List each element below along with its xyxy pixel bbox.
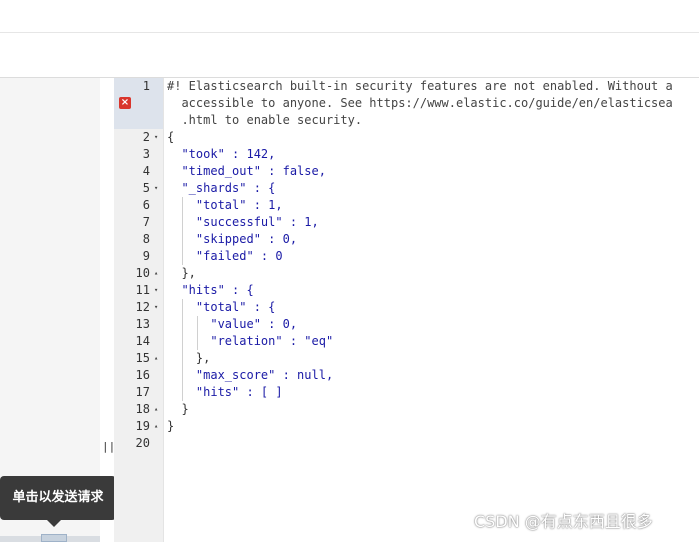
code-line: "hits" : { (167, 283, 254, 297)
fold-toggle[interactable]: ▴ (154, 265, 162, 282)
line-number: 4 (142, 164, 150, 178)
code-line: "_shards" : { (167, 181, 276, 195)
code-line: "max_score" : null, (167, 368, 334, 382)
code-line: "total" : 1, (167, 198, 283, 212)
line-number: 15 (135, 351, 150, 365)
line-number: 16 (135, 368, 150, 382)
code-line: } (167, 419, 175, 433)
watermark: CSDN @有点东西且很多 (474, 512, 653, 531)
line-number: 20 (135, 436, 150, 450)
code-line: "failed" : 0 (167, 249, 283, 263)
line-number: 8 (142, 232, 150, 246)
line-number: 12 (135, 300, 150, 314)
code-line: "total" : { (167, 300, 276, 314)
code-line: { (167, 130, 175, 144)
fold-toggle[interactable]: ▾ (154, 180, 162, 197)
code-line: "skipped" : 0, (167, 232, 298, 246)
pane-splitter[interactable] (100, 78, 114, 542)
request-editor-pane[interactable] (0, 78, 100, 542)
code-line: "relation" : "eq" (167, 334, 334, 348)
line-number: 19 (135, 419, 150, 433)
line-number: 9 (142, 249, 150, 263)
line-number: 10 (135, 266, 150, 280)
error-icon[interactable]: × (119, 97, 131, 109)
code-line: "timed_out" : false, (167, 164, 326, 178)
line-number: 17 (135, 385, 150, 399)
code-line: } (167, 402, 189, 416)
code-line: "took" : 142, (167, 147, 276, 161)
code-line: "hits" : [ ] (167, 385, 283, 399)
fold-toggle[interactable]: ▴ (154, 418, 162, 435)
secondary-toolbar (0, 33, 699, 78)
top-toolbar (0, 0, 699, 33)
fold-toggle[interactable]: ▴ (154, 401, 162, 418)
code-line: "successful" : 1, (167, 215, 319, 229)
line-number: 18 (135, 402, 150, 416)
line-number: 14 (135, 334, 150, 348)
line-number: 2 (142, 130, 150, 144)
send-request-tooltip: 单击以发送请求 (0, 476, 116, 520)
code-line: "value" : 0, (167, 317, 298, 331)
code-line: accessible to anyone. See https://www.el… (167, 96, 673, 110)
line-number: 11 (135, 283, 150, 297)
line-number: 13 (135, 317, 150, 331)
code-line: }, (167, 351, 211, 365)
send-request-button[interactable] (41, 534, 67, 542)
line-number: 7 (142, 215, 150, 229)
tooltip-arrow (47, 520, 61, 527)
code-line: }, (167, 266, 196, 280)
fold-toggle[interactable]: ▴ (154, 350, 162, 367)
line-number: 3 (142, 147, 150, 161)
fold-toggle[interactable]: ▾ (154, 129, 162, 146)
code-line: .html to enable security. (167, 113, 363, 127)
splitter-handle[interactable]: || (102, 438, 115, 456)
fold-toggle[interactable]: ▾ (154, 299, 162, 316)
line-number: 1 (142, 79, 150, 93)
fold-toggle[interactable]: ▾ (154, 282, 162, 299)
code-line: #! Elasticsearch built-in security featu… (167, 79, 673, 93)
line-number: 5 (142, 181, 150, 195)
line-number: 6 (142, 198, 150, 212)
